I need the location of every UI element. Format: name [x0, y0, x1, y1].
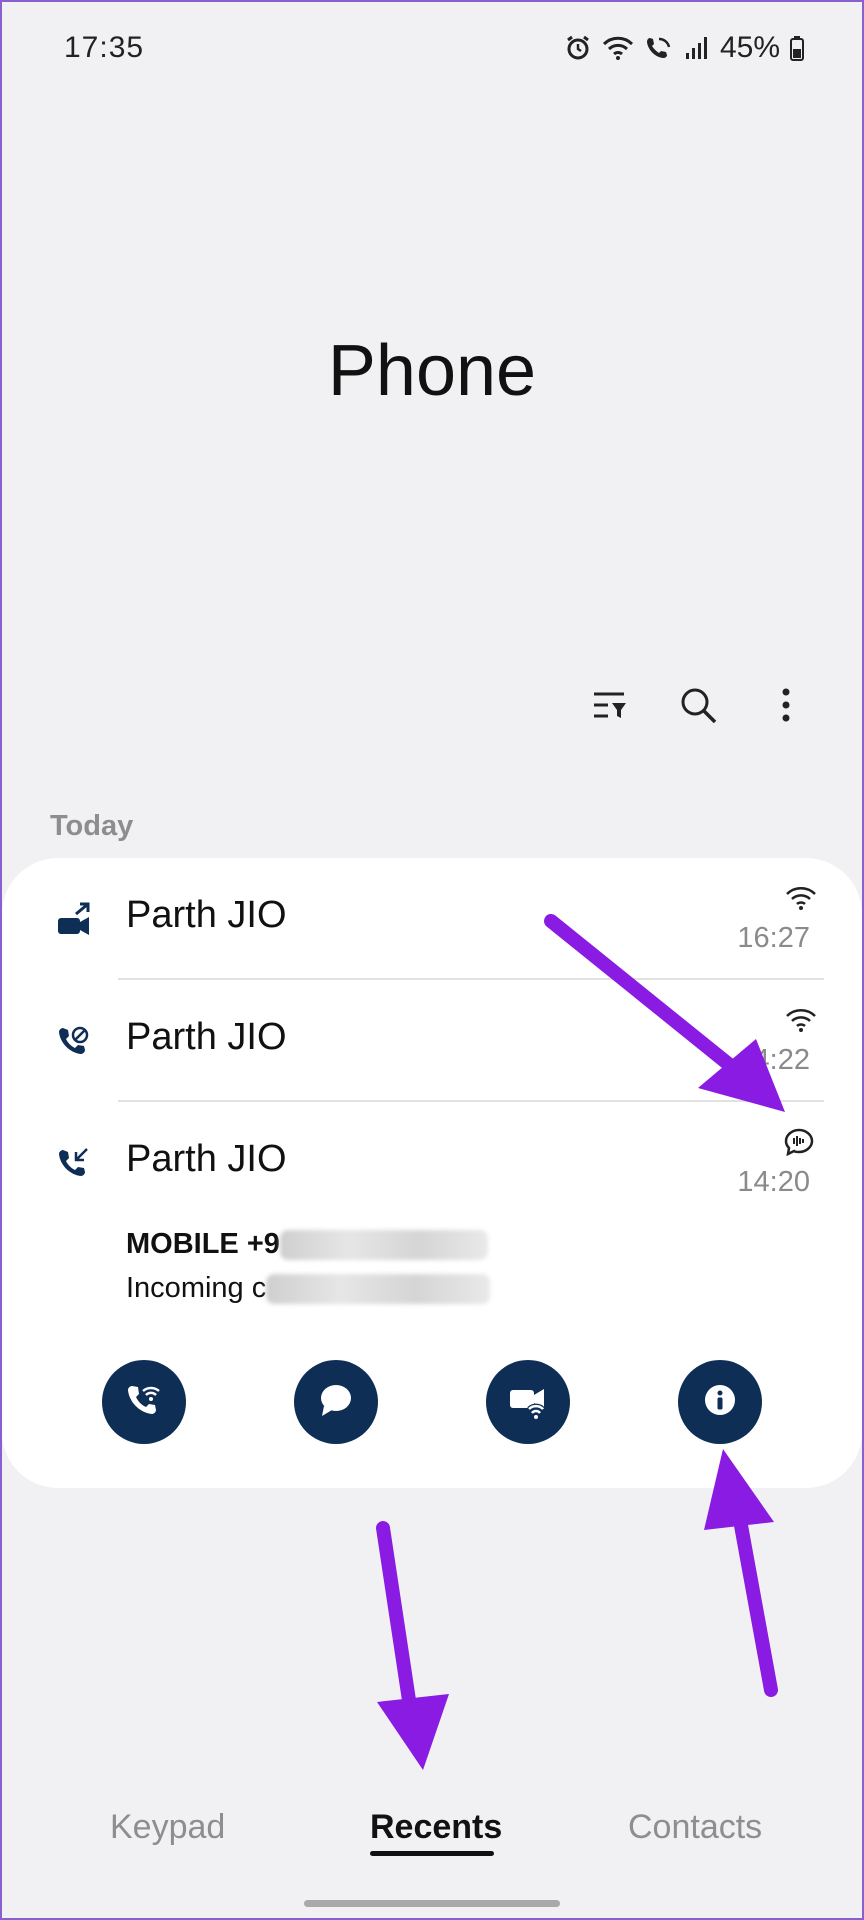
missed-call-icon	[56, 1024, 92, 1060]
details-button[interactable]	[678, 1360, 762, 1444]
wifi-calling-icon	[784, 1006, 818, 1034]
status-bar: 17:35 45%	[64, 28, 804, 68]
recents-card: Parth JIO 16:27 Parth JIO 14:22 Parth JI…	[2, 858, 862, 1488]
call-name: Parth JIO	[126, 894, 287, 936]
tab-keypad[interactable]: Keypad	[110, 1808, 225, 1847]
status-icons: 45%	[564, 31, 804, 65]
call-number-row: MOBILE +9	[126, 1228, 488, 1261]
message-icon	[316, 1380, 356, 1425]
section-label-today: Today	[50, 810, 134, 842]
more-options-icon[interactable]	[766, 685, 806, 725]
call-log-row-expanded[interactable]: Parth JIO 14:20	[2, 1102, 862, 1222]
wifi-call-icon	[124, 1380, 164, 1425]
voice-call-button[interactable]	[102, 1360, 186, 1444]
toolbar	[590, 685, 806, 725]
alarm-icon	[564, 34, 592, 62]
battery-icon	[790, 35, 804, 61]
wifi-icon	[602, 34, 634, 62]
message-button[interactable]	[294, 1360, 378, 1444]
video-call-outgoing-icon	[56, 902, 92, 938]
info-icon	[702, 1382, 738, 1423]
call-actions	[2, 1360, 862, 1444]
redacted-number	[279, 1230, 488, 1261]
arrow-to-recents-tab	[376, 1521, 449, 1770]
call-recording-icon	[784, 1128, 818, 1157]
call-status-label: Incoming c	[126, 1272, 267, 1304]
call-time: 14:20	[737, 1166, 810, 1198]
tab-contacts[interactable]: Contacts	[628, 1808, 762, 1847]
video-wifi-icon	[507, 1380, 549, 1425]
call-log-row[interactable]: Parth JIO 16:27	[2, 858, 862, 978]
call-name: Parth JIO	[126, 1016, 287, 1058]
status-time: 17:35	[64, 31, 145, 64]
tab-recents[interactable]: Recents	[370, 1808, 502, 1847]
bottom-nav: Keypad Recents Contacts	[0, 1808, 864, 1868]
call-status-row: Incoming c	[126, 1272, 491, 1305]
phone-number-label: MOBILE +9	[126, 1228, 280, 1260]
incoming-call-icon	[56, 1146, 92, 1182]
wifi-calling-icon	[644, 34, 674, 62]
battery-percent: 45%	[719, 31, 780, 64]
page-title: Phone	[327, 331, 537, 411]
call-time: 16:27	[737, 922, 810, 954]
wifi-calling-icon	[784, 884, 818, 912]
gesture-bar[interactable]	[304, 1900, 560, 1907]
video-call-button[interactable]	[486, 1360, 570, 1444]
signal-icon	[684, 35, 710, 61]
active-tab-indicator	[370, 1851, 494, 1856]
redacted-duration	[266, 1274, 491, 1305]
call-log-row[interactable]: Parth JIO 14:22	[2, 980, 862, 1100]
search-icon[interactable]	[678, 685, 718, 725]
call-time: 14:22	[737, 1044, 810, 1076]
call-name: Parth JIO	[126, 1138, 287, 1180]
filter-icon[interactable]	[590, 685, 630, 725]
